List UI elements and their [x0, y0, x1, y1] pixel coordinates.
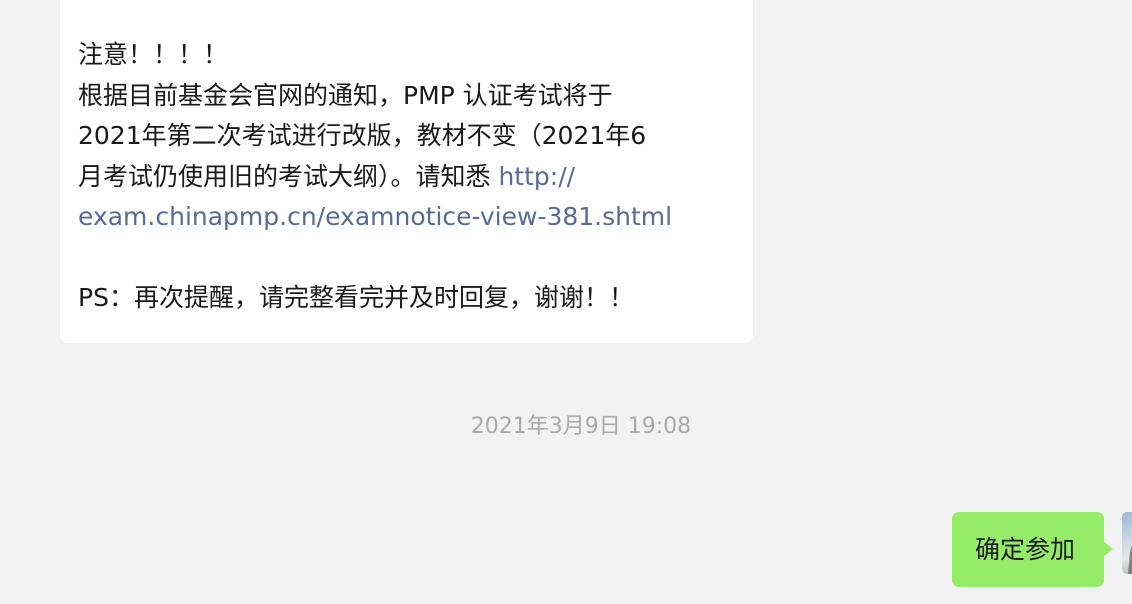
- notice-link[interactable]: exam.chinapmp.cn/examnotice-view-381.sht…: [78, 197, 735, 238]
- message-line: 根据目前基金会官网的通知，PMP 认证考试将于: [78, 80, 613, 110]
- message-line: 2021年第二次考试进行改版，教材不变（2021年6: [78, 121, 647, 150]
- avatar-image: [1128, 527, 1132, 574]
- outgoing-message-text: 确定参加: [975, 535, 1076, 564]
- message-line-with-link: 月考试仍使用旧的考试大纲）。请知悉 http://: [78, 157, 735, 198]
- incoming-message-bubble[interactable]: 注意！！！！ 根据目前基金会官网的通知，PMP 认证考试将于 2021年第二次考…: [60, 0, 753, 343]
- user-avatar[interactable]: [1122, 512, 1132, 574]
- message-timestamp: 2021年3月9日 19:08: [470, 414, 692, 439]
- ps-line: PS：再次提醒，请完整看完并及时回复，谢谢！！: [78, 283, 634, 312]
- notice-link-start[interactable]: http://: [498, 162, 575, 191]
- chat-message-area[interactable]: 注意！！！！ 根据目前基金会官网的通知，PMP 认证考试将于 2021年第二次考…: [0, 0, 1132, 604]
- message-text: 月考试仍使用旧的考试大纲）。请知悉: [78, 161, 499, 191]
- outgoing-message-bubble[interactable]: 确定参加: [952, 512, 1113, 587]
- message-line: 注意！！！！: [78, 40, 229, 69]
